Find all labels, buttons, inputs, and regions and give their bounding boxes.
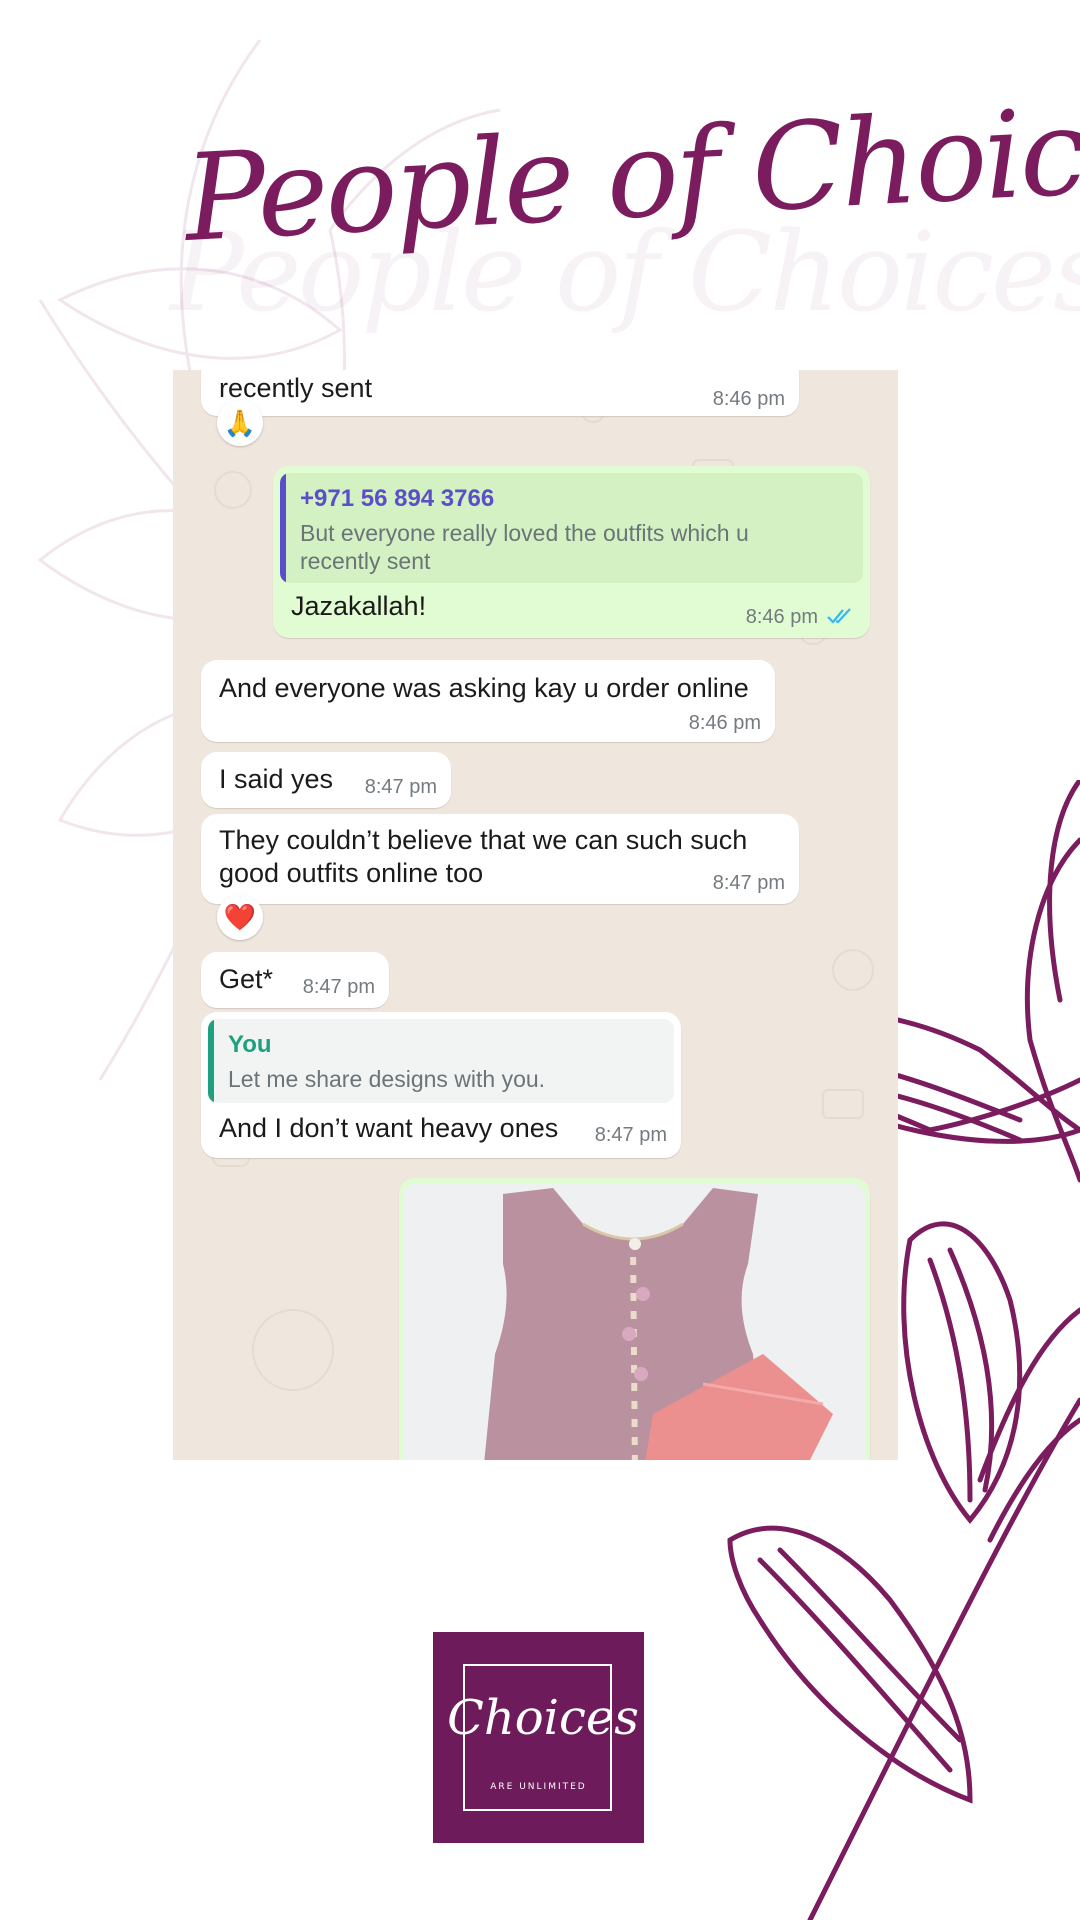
reaction-heart[interactable]: ❤️: [217, 894, 263, 940]
message-time: 8:47 pm: [594, 1124, 667, 1146]
logo-wordmark: Choices: [447, 1690, 639, 1746]
headline-area: People of Choices People of Choices: [0, 60, 1080, 360]
message-text: good outfits online too: [219, 858, 484, 888]
quote-accent-bar: [208, 1019, 214, 1103]
read-receipt-icon: [827, 608, 851, 624]
reaction-pray[interactable]: 🙏: [217, 400, 263, 446]
message-time: 8:47 pm: [712, 872, 785, 894]
message-bubble-incoming[interactable]: And everyone was asking kay u order onli…: [201, 660, 775, 742]
quote-text: But everyone really loved the outfits wh…: [300, 520, 749, 574]
quoted-message[interactable]: You Let me share designs with you.: [208, 1019, 674, 1103]
message-bubble-outgoing[interactable]: +971 56 894 3766 But everyone really lov…: [273, 466, 870, 638]
brand-logo: Choices ARE UNLIMITED: [433, 1632, 644, 1843]
quote-text: Let me share designs with you.: [228, 1066, 546, 1092]
logo-tagline: ARE UNLIMITED: [490, 1782, 587, 1792]
message-time: 8:47 pm: [302, 976, 375, 998]
message-text: And I don’t want heavy ones: [219, 1113, 559, 1143]
outfit-photo[interactable]: [403, 1184, 865, 1460]
quoted-message[interactable]: +971 56 894 3766 But everyone really lov…: [280, 473, 863, 583]
message-bubble-incoming[interactable]: I said yes 8:47 pm: [201, 752, 451, 808]
message-time: 8:47 pm: [364, 776, 437, 798]
message-text: And everyone was asking kay u order onli…: [219, 673, 749, 703]
quote-author: You: [228, 1031, 272, 1058]
message-text: Get*: [219, 964, 274, 994]
message-time: 8:46 pm: [745, 606, 818, 628]
message-time: 8:46 pm: [688, 712, 761, 734]
message-bubble-incoming[interactable]: You Let me share designs with you. And I…: [201, 1012, 681, 1158]
outfit-photo-illustration: [403, 1184, 865, 1460]
message-text: They couldn’t believe that we can such s…: [219, 825, 748, 855]
message-bubble-incoming[interactable]: They couldn’t believe that we can such s…: [201, 814, 799, 904]
message-time: 8:46 pm: [712, 388, 785, 410]
message-bubble-incoming[interactable]: Get* 8:47 pm: [201, 952, 389, 1008]
quote-author: +971 56 894 3766: [300, 485, 495, 512]
chat-screenshot: recently sent 8:46 pm 🙏 +971 56 894 3766…: [173, 370, 898, 1460]
message-text: I said yes: [219, 764, 334, 794]
message-bubble-incoming[interactable]: recently sent 8:46 pm: [201, 370, 799, 416]
quote-accent-bar: [280, 473, 286, 583]
message-text: Jazakallah!: [291, 591, 427, 621]
